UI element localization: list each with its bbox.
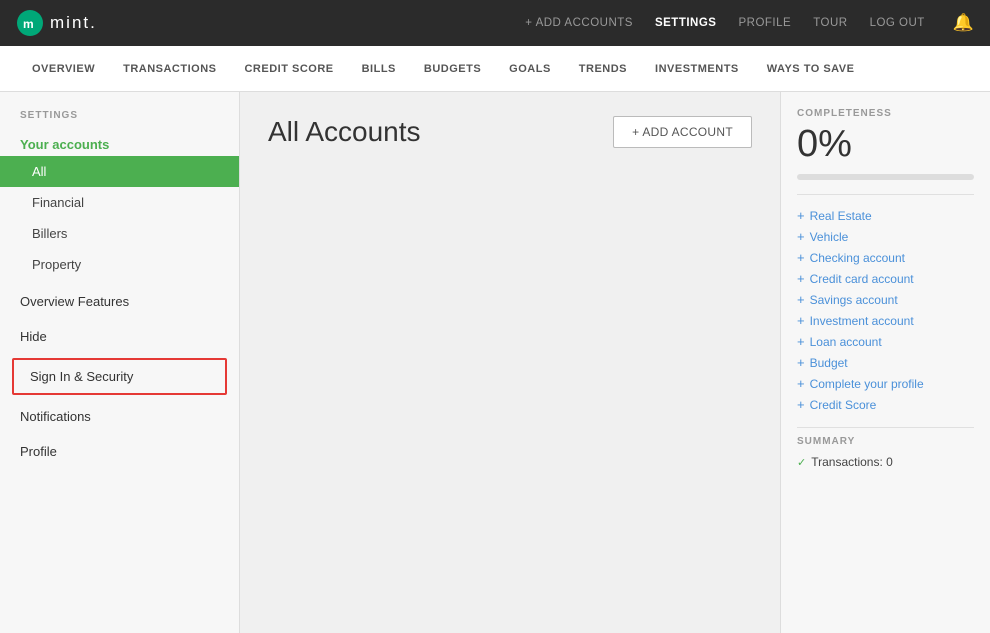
summary-label: SUMMARY — [797, 436, 974, 447]
real-estate-label: Real Estate — [810, 209, 872, 223]
completeness-percent: 0% — [797, 123, 974, 166]
credit-card-label: Credit card account — [810, 272, 914, 286]
second-nav-bills[interactable]: BILLS — [348, 46, 410, 92]
second-nav-investments[interactable]: INVESTMENTS — [641, 46, 753, 92]
second-nav-trends[interactable]: TRENDS — [565, 46, 641, 92]
nav-tour[interactable]: TOUR — [813, 17, 847, 29]
content-header: All Accounts + ADD ACCOUNT — [268, 116, 752, 148]
right-panel-link-credit-score[interactable]: + Credit Score — [797, 394, 974, 415]
second-nav-credit-score[interactable]: CREDIT SCORE — [230, 46, 347, 92]
page-title: All Accounts — [268, 116, 421, 148]
vehicle-label: Vehicle — [810, 230, 849, 244]
plus-icon-complete-profile: + — [797, 376, 805, 391]
sidebar-notifications[interactable]: Notifications — [0, 399, 239, 434]
progress-bar-container — [797, 174, 974, 180]
logo-area: m mint. — [16, 9, 97, 37]
credit-score-label: Credit Score — [810, 398, 877, 412]
checking-label: Checking account — [810, 251, 905, 265]
plus-icon-savings: + — [797, 292, 805, 307]
plus-icon-credit-score: + — [797, 397, 805, 412]
second-nav-goals[interactable]: GOALS — [495, 46, 565, 92]
sidebar-profile[interactable]: Profile — [0, 434, 239, 469]
plus-icon-vehicle: + — [797, 229, 805, 244]
budget-label: Budget — [810, 356, 848, 370]
check-icon: ✓ — [797, 456, 806, 469]
complete-profile-label: Complete your profile — [810, 377, 924, 391]
sidebar-sign-in-security[interactable]: Sign In & Security — [12, 358, 227, 395]
investment-label: Investment account — [810, 314, 914, 328]
right-panel-link-loan[interactable]: + Loan account — [797, 331, 974, 352]
sidebar-item-property[interactable]: Property — [0, 249, 239, 280]
summary-item-transactions: ✓ Transactions: 0 — [797, 453, 974, 471]
transactions-label: Transactions: 0 — [811, 455, 893, 469]
plus-icon-credit-card: + — [797, 271, 805, 286]
svg-text:m: m — [23, 17, 34, 31]
sidebar-item-billers[interactable]: Billers — [0, 218, 239, 249]
sidebar-section-label: SETTINGS — [0, 110, 239, 131]
divider-1 — [797, 194, 974, 195]
sidebar: SETTINGS Your accounts All Financial Bil… — [0, 92, 240, 633]
right-panel-link-complete-profile[interactable]: + Complete your profile — [797, 373, 974, 394]
main-layout: SETTINGS Your accounts All Financial Bil… — [0, 92, 990, 633]
nav-settings[interactable]: SETTINGS — [655, 17, 717, 29]
right-panel-link-savings[interactable]: + Savings account — [797, 289, 974, 310]
logo-text: mint. — [50, 13, 97, 33]
top-nav-links: + ADD ACCOUNTS SETTINGS PROFILE TOUR LOG… — [525, 13, 974, 33]
content-area: All Accounts + ADD ACCOUNT — [240, 92, 780, 633]
nav-add-accounts[interactable]: + ADD ACCOUNTS — [525, 17, 633, 29]
second-nav-overview[interactable]: OVERVIEW — [18, 46, 109, 92]
right-panel-link-budget[interactable]: + Budget — [797, 352, 974, 373]
completeness-label: COMPLETENESS — [797, 108, 974, 119]
nav-profile[interactable]: PROFILE — [738, 17, 791, 29]
second-nav: OVERVIEW TRANSACTIONS CREDIT SCORE BILLS… — [0, 46, 990, 92]
second-nav-budgets[interactable]: BUDGETS — [410, 46, 495, 92]
right-panel: COMPLETENESS 0% + Real Estate + Vehicle … — [780, 92, 990, 633]
bell-icon[interactable]: 🔔 — [953, 13, 974, 33]
plus-icon-investment: + — [797, 313, 805, 328]
sidebar-hide[interactable]: Hide — [0, 319, 239, 354]
divider-2 — [797, 427, 974, 428]
plus-icon-budget: + — [797, 355, 805, 370]
plus-icon-loan: + — [797, 334, 805, 349]
plus-icon-real-estate: + — [797, 208, 805, 223]
summary-section: SUMMARY ✓ Transactions: 0 — [797, 436, 974, 471]
sidebar-your-accounts-label[interactable]: Your accounts — [0, 131, 239, 156]
right-panel-link-credit-card[interactable]: + Credit card account — [797, 268, 974, 289]
sidebar-item-financial[interactable]: Financial — [0, 187, 239, 218]
right-panel-link-vehicle[interactable]: + Vehicle — [797, 226, 974, 247]
second-nav-ways-to-save[interactable]: WAYS TO SAVE — [753, 46, 869, 92]
right-panel-link-real-estate[interactable]: + Real Estate — [797, 205, 974, 226]
mint-logo-icon: m — [16, 9, 44, 37]
nav-logout[interactable]: LOG OUT — [870, 17, 925, 29]
right-panel-link-checking[interactable]: + Checking account — [797, 247, 974, 268]
plus-icon-checking: + — [797, 250, 805, 265]
savings-label: Savings account — [810, 293, 898, 307]
top-nav: m mint. + ADD ACCOUNTS SETTINGS PROFILE … — [0, 0, 990, 46]
sidebar-item-all[interactable]: All — [0, 156, 239, 187]
add-account-button[interactable]: + ADD ACCOUNT — [613, 116, 752, 148]
sidebar-overview-features[interactable]: Overview Features — [0, 284, 239, 319]
second-nav-transactions[interactable]: TRANSACTIONS — [109, 46, 230, 92]
right-panel-link-investment[interactable]: + Investment account — [797, 310, 974, 331]
loan-label: Loan account — [810, 335, 882, 349]
